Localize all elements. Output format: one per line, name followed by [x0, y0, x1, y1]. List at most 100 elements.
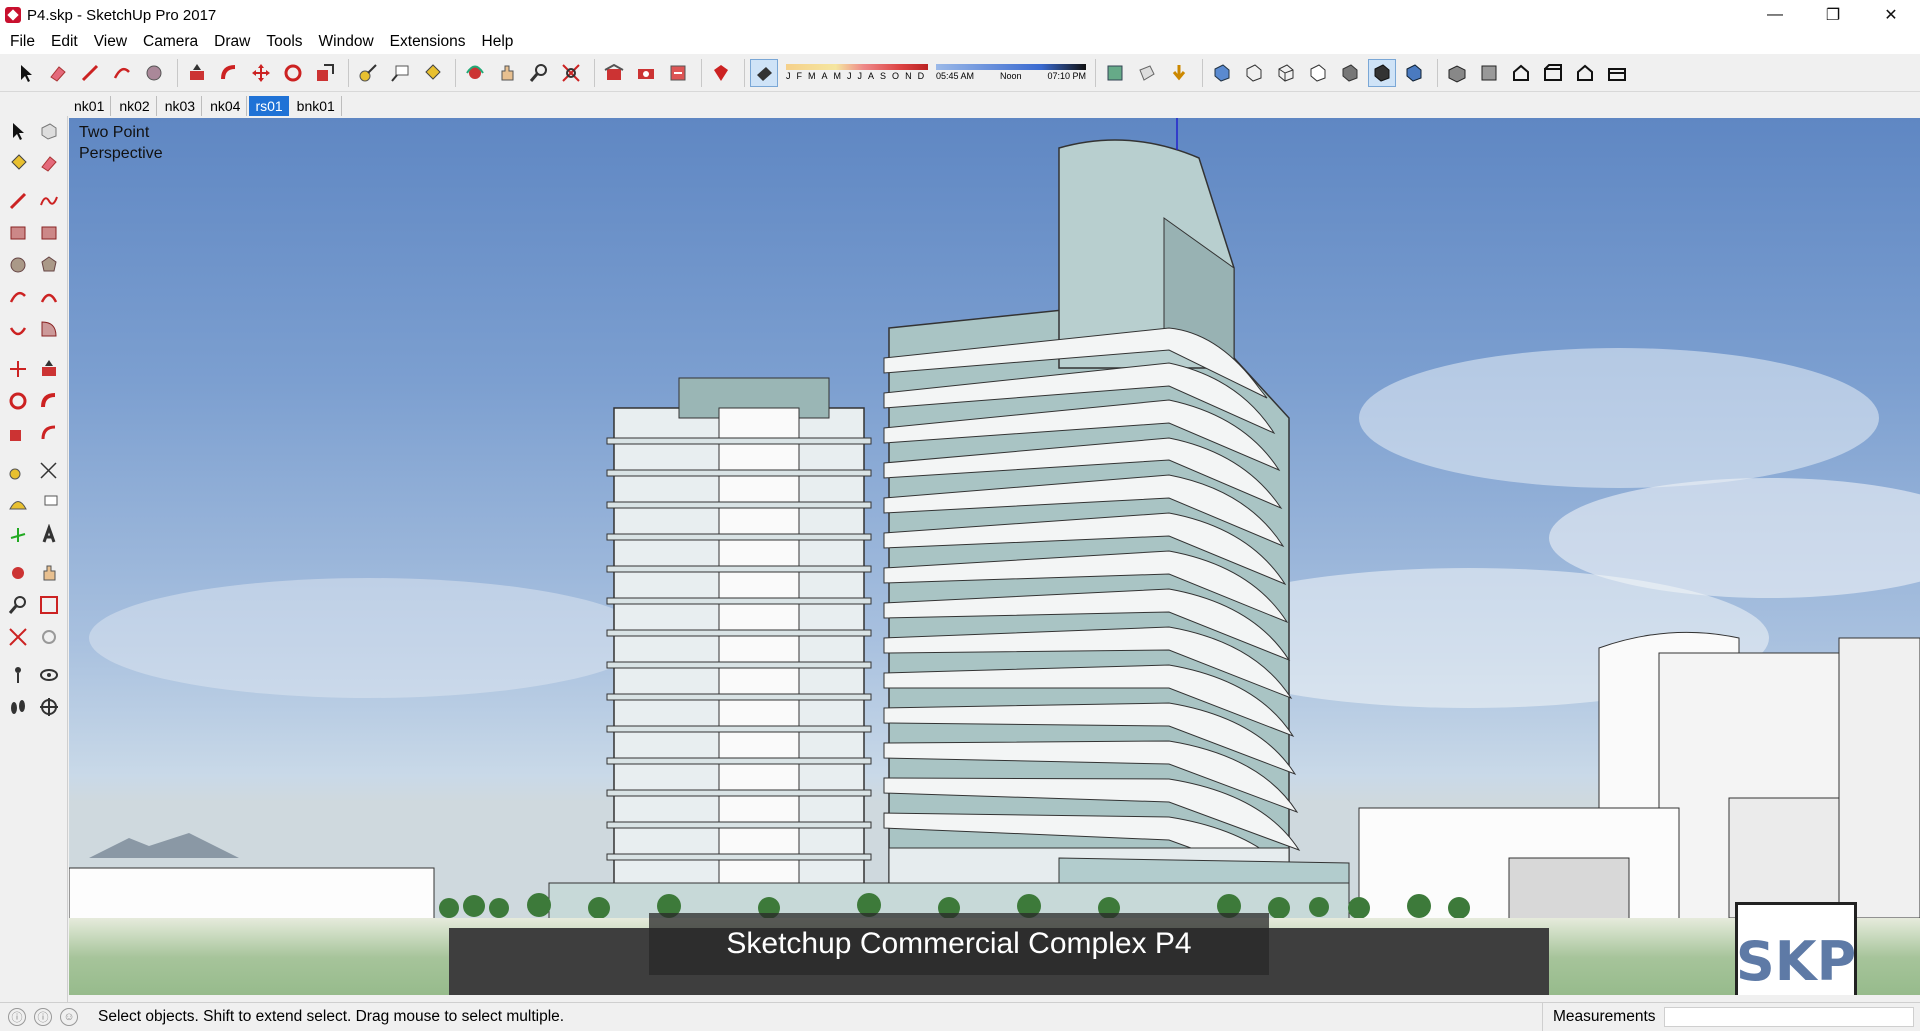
push-pull-button[interactable]	[183, 59, 211, 87]
zoom-extents-button[interactable]	[5, 624, 31, 650]
top-view-button[interactable]	[1475, 59, 1503, 87]
menu-extensions[interactable]: Extensions	[382, 33, 474, 51]
time-slider-track[interactable]	[936, 64, 1086, 70]
menu-draw[interactable]: Draw	[206, 33, 258, 51]
shadow-month-slider[interactable]: J F M A M J J A S O N D	[786, 64, 928, 81]
zoom-extents-button[interactable]	[557, 59, 585, 87]
model-viewport[interactable]: Two Point Perspective Sketchup Commercia…	[69, 118, 1920, 995]
import-button[interactable]	[1165, 59, 1193, 87]
shadow-time-slider[interactable]: 05:45 AM Noon 07:10 PM	[936, 64, 1086, 81]
ruby-console-button[interactable]	[707, 59, 735, 87]
extension-warehouse-button[interactable]	[664, 59, 692, 87]
tape-measure-button[interactable]	[5, 458, 31, 484]
right-view-button[interactable]	[1539, 59, 1567, 87]
scene-tab-rs01[interactable]: rs01	[249, 96, 289, 116]
rectangle-tool-button[interactable]	[5, 220, 31, 246]
move-tool-button[interactable]	[5, 356, 31, 382]
select-tool-button[interactable]	[12, 59, 40, 87]
line-tool-button[interactable]	[76, 59, 104, 87]
menu-tools[interactable]: Tools	[258, 33, 310, 51]
iso-view-button[interactable]	[1443, 59, 1471, 87]
wireframe-style-button[interactable]	[1272, 59, 1300, 87]
text-tool-button[interactable]	[36, 490, 62, 516]
position-camera-button[interactable]	[5, 662, 31, 688]
look-around-button[interactable]	[36, 662, 62, 688]
geo-location-icon[interactable]: ⓘ	[8, 1007, 26, 1026]
scene-tab-nk04[interactable]: nk04	[204, 96, 248, 116]
orbit-button[interactable]	[5, 560, 31, 586]
warehouse-button[interactable]	[600, 59, 628, 87]
circle-tool-button[interactable]	[5, 252, 31, 278]
orbit-button[interactable]	[461, 59, 489, 87]
make-component-button[interactable]	[36, 118, 62, 144]
tape-measure-button[interactable]	[354, 59, 382, 87]
back-view-button[interactable]	[1571, 59, 1599, 87]
minimize-button[interactable]: —	[1746, 0, 1804, 30]
shape-tool-button[interactable]	[140, 59, 168, 87]
paint-bucket-button[interactable]	[418, 59, 446, 87]
scene-tab-bnk01[interactable]: bnk01	[291, 96, 342, 116]
previous-view-button[interactable]	[36, 624, 62, 650]
follow-me-button[interactable]	[215, 59, 243, 87]
3d-text-button[interactable]	[36, 522, 62, 548]
sandbox-button[interactable]	[1101, 59, 1129, 87]
rotate-tool-button[interactable]	[279, 59, 307, 87]
menu-edit[interactable]: Edit	[43, 33, 86, 51]
select-tool-button[interactable]	[5, 118, 31, 144]
scene-tab-nk02[interactable]: nk02	[113, 96, 157, 116]
month-slider-track[interactable]	[786, 64, 928, 70]
pie-tool-button[interactable]	[36, 316, 62, 342]
measurements-input[interactable]	[1664, 1007, 1914, 1027]
zoom-window-button[interactable]	[36, 592, 62, 618]
back-edges-style-button[interactable]	[1240, 59, 1268, 87]
paint-bucket-button[interactable]	[5, 150, 31, 176]
freehand-tool-button[interactable]	[36, 188, 62, 214]
axes-tool-button[interactable]	[5, 522, 31, 548]
restore-button[interactable]: ❐	[1804, 0, 1862, 30]
protractor-button[interactable]	[5, 490, 31, 516]
eraser-tool-button[interactable]	[44, 59, 72, 87]
menu-camera[interactable]: Camera	[135, 33, 206, 51]
menu-file[interactable]: File	[2, 33, 43, 51]
scale-tool-button[interactable]	[5, 420, 31, 446]
dimension-tool-button[interactable]	[36, 458, 62, 484]
two-point-arc-button[interactable]	[36, 284, 62, 310]
section-plane-button[interactable]	[36, 694, 62, 720]
scale-tool-button[interactable]	[311, 59, 339, 87]
arc-tool-button[interactable]	[108, 59, 136, 87]
front-view-button[interactable]	[1507, 59, 1535, 87]
monochrome-style-button[interactable]	[1400, 59, 1428, 87]
textured-style-button[interactable]	[1368, 58, 1396, 87]
walk-button[interactable]	[5, 694, 31, 720]
pan-button[interactable]	[493, 59, 521, 87]
line-tool-button[interactable]	[5, 188, 31, 214]
menu-view[interactable]: View	[86, 33, 135, 51]
eraser-tool-button[interactable]	[36, 150, 62, 176]
display-shadows-button[interactable]	[750, 58, 778, 87]
three-point-arc-button[interactable]	[5, 316, 31, 342]
hidden-line-style-button[interactable]	[1304, 59, 1332, 87]
menu-help[interactable]: Help	[474, 33, 522, 51]
close-button[interactable]: ✕	[1862, 0, 1920, 30]
credits-icon[interactable]: ⓘ	[34, 1007, 52, 1026]
scene-tab-nk03[interactable]: nk03	[159, 96, 203, 116]
rotate-tool-button[interactable]	[5, 388, 31, 414]
pan-button[interactable]	[36, 560, 62, 586]
move-tool-button[interactable]	[247, 59, 275, 87]
menu-window[interactable]: Window	[311, 33, 382, 51]
polygon-tool-button[interactable]	[36, 252, 62, 278]
arc-tool-button[interactable]	[5, 284, 31, 310]
shaded-style-button[interactable]	[1336, 59, 1364, 87]
zoom-button[interactable]	[5, 592, 31, 618]
offset-tool-button[interactable]	[36, 420, 62, 446]
rotated-rectangle-button[interactable]	[36, 220, 62, 246]
push-pull-button[interactable]	[36, 356, 62, 382]
share-model-button[interactable]	[632, 59, 660, 87]
user-account-icon[interactable]: ☺	[60, 1007, 78, 1026]
left-view-button[interactable]	[1603, 59, 1631, 87]
follow-me-button[interactable]	[36, 388, 62, 414]
xray-style-button[interactable]	[1208, 59, 1236, 87]
section-plane-button[interactable]	[1133, 59, 1161, 87]
zoom-button[interactable]	[525, 59, 553, 87]
text-tool-button[interactable]	[386, 59, 414, 87]
